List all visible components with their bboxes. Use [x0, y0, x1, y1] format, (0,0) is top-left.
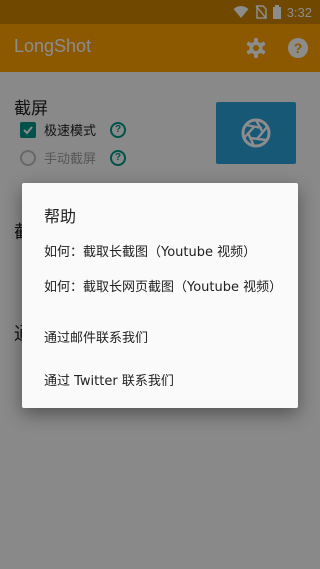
dialog-title: 帮助	[44, 207, 77, 226]
dialog-item-long-screenshot-video[interactable]: 如何：截取长截图（Youtube 视频）	[44, 243, 284, 262]
dialog-item-contact-email[interactable]: 通过邮件联系我们	[44, 329, 284, 348]
dialog-item-contact-twitter[interactable]: 通过 Twitter 联系我们	[44, 372, 284, 391]
dialog-item-webpage-screenshot-video[interactable]: 如何：截取长网页截图（Youtube 视频）	[44, 278, 284, 297]
help-dialog: 帮助 如何：截取长截图（Youtube 视频） 如何：截取长网页截图（Youtu…	[22, 183, 298, 408]
